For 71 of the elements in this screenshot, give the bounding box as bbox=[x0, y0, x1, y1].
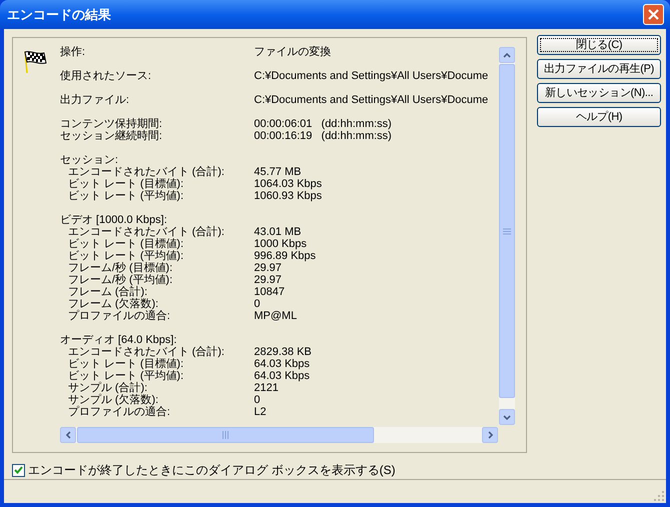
field-value: 0 bbox=[254, 298, 260, 310]
close-icon bbox=[648, 9, 659, 20]
field-label: ビット レート (平均値): bbox=[68, 250, 184, 262]
scroll-right-button[interactable] bbox=[482, 427, 498, 443]
field-label: フレーム (欠落数): bbox=[68, 298, 160, 310]
grip-icon bbox=[503, 228, 511, 234]
field-value: 1064.03 Kbps bbox=[254, 178, 322, 190]
field-label: プロファイルの適合: bbox=[68, 406, 172, 418]
field-value: 29.97 bbox=[254, 262, 282, 274]
field-label: ビット レート (平均値): bbox=[68, 190, 184, 202]
field-label: エンコードされたバイト (合計): bbox=[68, 346, 226, 358]
field-value: 1000 Kbps bbox=[254, 238, 307, 250]
field-label: エンコードされたバイト (合計): bbox=[68, 226, 226, 238]
dialog-button[interactable]: ヘルプ(H) bbox=[537, 107, 661, 127]
dialog-button[interactable]: 出力ファイルの再生(P) bbox=[537, 59, 661, 79]
checkbox-label[interactable]: エンコードが終了したときにこのダイアログ ボックスを表示する(S) bbox=[28, 461, 396, 479]
field-value: 1060.93 Kbps bbox=[254, 190, 322, 202]
field-label: ビット レート (目標値): bbox=[68, 178, 184, 190]
field-value: MP@ML bbox=[254, 310, 297, 322]
field-value: 00:00:06:01 (dd:hh:mm:ss) bbox=[254, 118, 392, 130]
field-value: C:¥Documents and Settings¥All Users¥Docume bbox=[254, 94, 488, 106]
resize-grip-icon[interactable] bbox=[653, 490, 664, 501]
field-label: サンプル (合計): bbox=[68, 382, 148, 394]
field-label: コンテンツ保持期間: bbox=[60, 118, 164, 130]
scroll-up-button[interactable] bbox=[499, 47, 515, 63]
left-chevron-icon bbox=[66, 431, 70, 439]
scroll-left-button[interactable] bbox=[60, 427, 76, 443]
field-label: 操作: bbox=[60, 46, 86, 58]
field-label: フレーム (合計): bbox=[68, 286, 148, 298]
field-label: エンコードされたバイト (合計): bbox=[68, 166, 226, 178]
field-value: 43.01 MB bbox=[254, 226, 302, 238]
field-label: 出力ファイル: bbox=[60, 94, 130, 106]
field-value: L2 bbox=[254, 406, 266, 418]
right-chevron-icon bbox=[488, 431, 492, 439]
field-label: サンプル (欠落数): bbox=[68, 394, 160, 406]
section-heading: オーディオ [64.0 Kbps]: bbox=[60, 334, 177, 346]
field-label: ビット レート (目標値): bbox=[68, 358, 184, 370]
horizontal-scrollbar[interactable] bbox=[60, 427, 498, 443]
field-value: 64.03 Kbps bbox=[254, 358, 310, 370]
field-value: 00:00:16:19 (dd:hh:mm:ss) bbox=[254, 130, 392, 142]
field-label: セッション継続時間: bbox=[60, 130, 164, 142]
field-value: 2121 bbox=[254, 382, 278, 394]
field-label: フレーム/秒 (平均値): bbox=[68, 274, 174, 286]
checkbox[interactable] bbox=[12, 464, 25, 476]
checkmark-icon bbox=[14, 466, 23, 474]
window-title: エンコードの結果 bbox=[6, 6, 111, 24]
section-heading: ビデオ [1000.0 Kbps]: bbox=[60, 214, 167, 226]
down-chevron-icon bbox=[503, 414, 511, 420]
field-label: ビット レート (目標値): bbox=[68, 238, 184, 250]
field-value: 2829.38 KB bbox=[254, 346, 312, 358]
scroll-thumb[interactable] bbox=[77, 427, 374, 443]
up-chevron-icon bbox=[503, 52, 511, 58]
field-value: 29.97 bbox=[254, 274, 282, 286]
dialog-button[interactable]: 新しいセッション(N)... bbox=[537, 83, 661, 103]
field-value: 45.77 MB bbox=[254, 166, 302, 178]
close-button[interactable] bbox=[643, 4, 664, 25]
field-value: 996.89 Kbps bbox=[254, 250, 316, 262]
field-value: 0 bbox=[254, 394, 260, 406]
field-label: ビット レート (平均値): bbox=[68, 370, 184, 382]
section-heading: セッション: bbox=[60, 154, 118, 166]
field-value: 64.03 Kbps bbox=[254, 370, 310, 382]
checkered-flag-icon bbox=[22, 49, 48, 75]
field-value: ファイルの変換 bbox=[254, 46, 331, 58]
field-label: フレーム/秒 (目標値): bbox=[68, 262, 174, 274]
dialog-button[interactable]: 閉じる(C) bbox=[537, 35, 661, 55]
field-value: C:¥Documents and Settings¥All Users¥Docume bbox=[254, 70, 488, 82]
field-label: 使用されたソース: bbox=[60, 70, 152, 82]
field-label: プロファイルの適合: bbox=[68, 310, 172, 322]
scroll-down-button[interactable] bbox=[499, 409, 515, 425]
field-value: 10847 bbox=[254, 286, 285, 298]
grip-icon bbox=[222, 431, 229, 439]
